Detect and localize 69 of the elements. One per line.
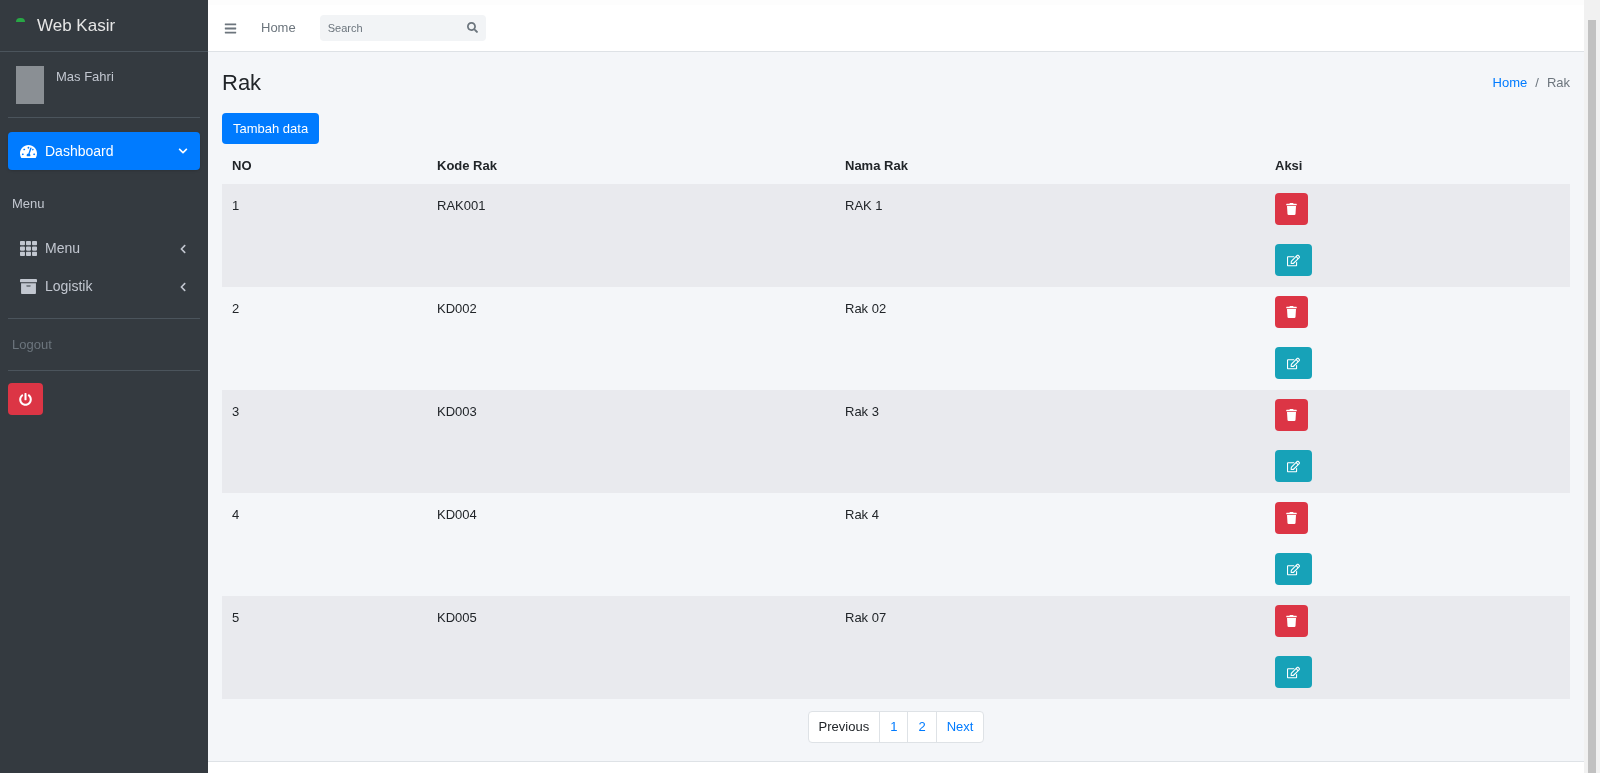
menu-icon[interactable] <box>224 21 237 35</box>
table-cell-text: 4 <box>231 506 241 524</box>
breadcrumb-item[interactable]: Home <box>1492 72 1528 93</box>
delete-button[interactable] <box>1275 193 1308 225</box>
trash-icon <box>1286 512 1297 524</box>
page-title: Rak <box>222 69 262 97</box>
edit-button[interactable] <box>1275 347 1312 379</box>
column-header: Nama Rak <box>844 156 909 175</box>
sidebar-item[interactable]: Menu <box>8 229 200 268</box>
column-header: Aksi <box>1274 156 1304 175</box>
table-cell-text: 5 <box>231 609 241 627</box>
delete-button[interactable] <box>1275 605 1308 637</box>
edit-button[interactable] <box>1275 450 1312 482</box>
table-cell-text: KD003 <box>436 403 478 421</box>
logout-button[interactable] <box>8 383 43 415</box>
delete-button[interactable] <box>1275 399 1308 431</box>
delete-button[interactable] <box>1275 502 1308 534</box>
user-name[interactable]: Mas Fahri <box>56 66 114 87</box>
grid-icon <box>20 240 37 257</box>
trash-icon <box>1286 203 1297 215</box>
table-cell-text: RAK 1 <box>844 197 884 215</box>
chevron-left-icon <box>178 281 188 292</box>
table-cell-text: KD004 <box>436 506 478 524</box>
chevron-down-icon <box>178 146 188 156</box>
breadcrumb-separator: / <box>1535 73 1539 92</box>
column-header: NO <box>231 156 253 175</box>
edit-icon <box>1287 562 1300 576</box>
table-cell-text: KD005 <box>436 609 478 627</box>
edit-icon <box>1287 356 1300 370</box>
table-cell-text: Rak 4 <box>844 506 880 524</box>
edit-button[interactable] <box>1275 553 1312 585</box>
brand-name: Web Kasir <box>37 14 116 37</box>
table-cell-text: KD002 <box>436 300 478 318</box>
table-cell-text: RAK001 <box>436 197 487 215</box>
table-cell-text: Rak 07 <box>844 609 888 627</box>
edit-button[interactable] <box>1275 656 1312 688</box>
table-cell-text: 1 <box>231 197 241 215</box>
pagination-link[interactable]: 2 <box>907 712 936 742</box>
gauge-icon <box>20 142 37 160</box>
edit-button[interactable] <box>1275 244 1312 276</box>
pagination-link[interactable]: Next <box>935 712 984 742</box>
table-cell-text: 3 <box>231 403 241 421</box>
trash-icon <box>1286 306 1297 318</box>
search-field[interactable]: Search <box>319 15 486 41</box>
archive-box-icon <box>20 278 37 295</box>
edit-icon <box>1287 253 1300 267</box>
power-icon <box>19 392 32 406</box>
sidebar-header: Logout <box>11 335 53 354</box>
sidebar-item[interactable]: Logistik <box>8 267 200 306</box>
edit-icon <box>1287 665 1300 679</box>
table-cell-text: 2 <box>231 300 241 318</box>
edit-icon <box>1287 459 1300 473</box>
breadcrumb-item: Rak <box>1546 73 1570 92</box>
avatar-photo-placeholder <box>16 65 44 104</box>
search-icon[interactable] <box>466 22 478 33</box>
column-header: Kode Rak <box>436 156 498 175</box>
chevron-left-icon <box>178 243 188 254</box>
table-cell-text: Rak 3 <box>844 403 880 421</box>
sidebar-item[interactable]: Dashboard <box>8 132 200 170</box>
scrollbar[interactable] <box>1584 0 1600 773</box>
nav-link[interactable]: Home <box>261 18 296 38</box>
trash-icon <box>1286 615 1297 627</box>
add-data-button[interactable]: Tambah data <box>222 113 320 144</box>
pagination-link[interactable]: 1 <box>879 712 908 742</box>
table-cell-text: Rak 02 <box>844 300 888 318</box>
delete-button[interactable] <box>1275 296 1308 328</box>
trash-icon <box>1286 409 1297 421</box>
logo-icon <box>16 17 25 22</box>
sidebar-header: Menu <box>11 195 46 213</box>
